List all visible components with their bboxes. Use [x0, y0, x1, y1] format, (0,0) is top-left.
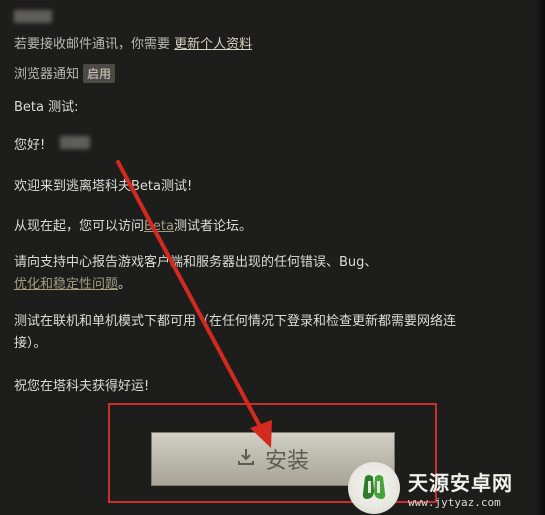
redacted-header	[14, 10, 52, 23]
update-profile-link[interactable]: 更新个人资料	[174, 37, 252, 52]
stability-issues-link[interactable]: 优化和稳定性问题	[14, 277, 118, 292]
watermark: 天源安卓网 www.jytyaz.com	[344, 460, 545, 515]
browser-notice-label: 浏览器通知	[14, 67, 80, 82]
welcome-line: 欢迎来到逃离塔科夫Beta测试!	[14, 179, 193, 194]
enable-button[interactable]: 启用	[83, 64, 116, 83]
beta-forum-link[interactable]: Beta	[144, 219, 174, 234]
email-notice-text: 若要接收邮件通讯，你需要	[14, 37, 171, 52]
email-notice: 若要接收邮件通讯，你需要 更新个人资料	[14, 33, 252, 52]
greeting-line: 您好!	[14, 134, 45, 153]
message-subject: Beta 测试:	[14, 100, 79, 115]
message-panel: 若要接收邮件通讯，你需要 更新个人资料 浏览器通知 启用 Beta 测试: 您好!…	[0, 0, 545, 515]
greeting-text: 您好!	[14, 138, 46, 153]
forum-suffix: 测试者论坛。	[174, 219, 253, 234]
forum-prefix: 从现在起，您可以访问	[14, 219, 145, 234]
network-note: 测试在联机和单机模式下都可用（在任何情况下登录和检查更新都需要网络连接）。	[14, 314, 457, 351]
watermark-name: 天源安卓网	[408, 470, 513, 495]
report-paragraph: 请向支持中心报告游戏客户端和服务器出现的任何错误、Bug、 优化和稳定性问题。	[14, 252, 484, 296]
browser-notice: 浏览器通知 启用	[14, 63, 116, 83]
download-icon	[237, 447, 255, 472]
redacted-username	[60, 136, 90, 149]
watermark-url: www.jytyaz.com	[408, 495, 501, 509]
report-end: 。	[118, 277, 132, 292]
install-button-label: 安装	[264, 449, 309, 474]
good-luck-line: 祝您在塔科夫获得好运!	[14, 379, 150, 394]
watermark-logo	[348, 461, 400, 514]
report-text: 请向支持中心报告游戏客户端和服务器出现的任何错误、Bug、	[14, 255, 378, 270]
forum-line: 从现在起，您可以访问Beta测试者论坛。	[14, 215, 252, 234]
